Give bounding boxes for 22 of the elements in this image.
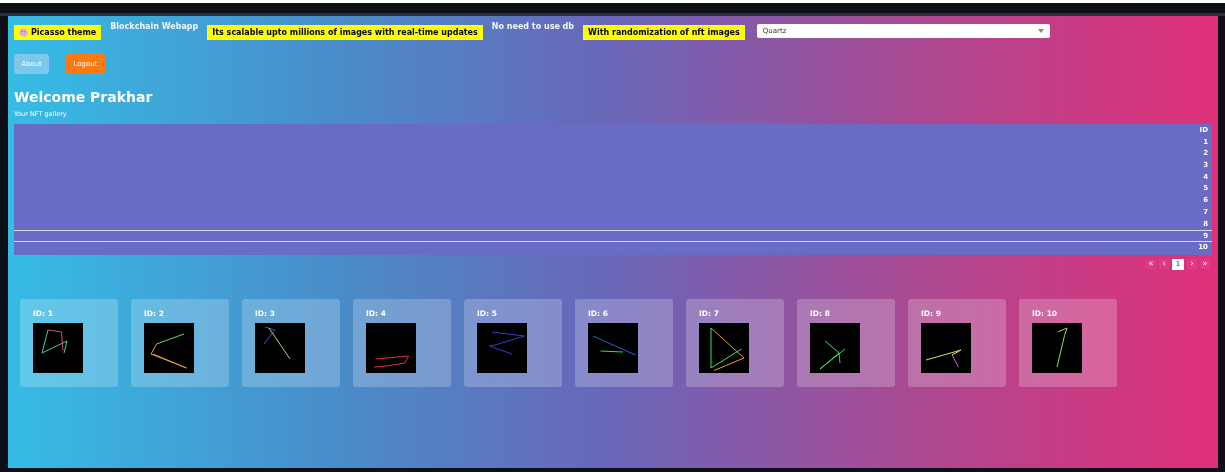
palette-icon <box>19 28 28 37</box>
previous-page-button[interactable]: ‹ <box>1159 259 1169 269</box>
header-text: No need to use db <box>491 22 575 31</box>
next-page-button[interactable]: › <box>1187 259 1197 269</box>
line-art-drawing <box>366 323 416 373</box>
line-art-drawing <box>588 323 638 373</box>
header-badge: Its scalable upto millions of images with real-time updates <box>207 25 483 40</box>
header-text: Blockchain Webapp <box>110 22 199 31</box>
welcome-heading: Welcome Prakhar <box>14 88 154 106</box>
header-badge: Picasso theme <box>14 25 102 40</box>
line-art-drawing <box>699 323 749 373</box>
line-art-drawing <box>1032 323 1082 373</box>
line-art-drawing <box>255 323 305 373</box>
caret-icon <box>1037 29 1044 33</box>
line-art-drawing <box>477 323 527 373</box>
line-art-drawing <box>33 323 83 373</box>
last-page-button[interactable]: » <box>1200 259 1210 269</box>
header-badge: With randomization of nft images <box>583 25 745 40</box>
first-page-button[interactable]: « <box>1146 259 1156 269</box>
line-art-drawing <box>921 323 971 373</box>
line-art-drawing <box>144 323 194 373</box>
line-art-drawing <box>810 323 860 373</box>
